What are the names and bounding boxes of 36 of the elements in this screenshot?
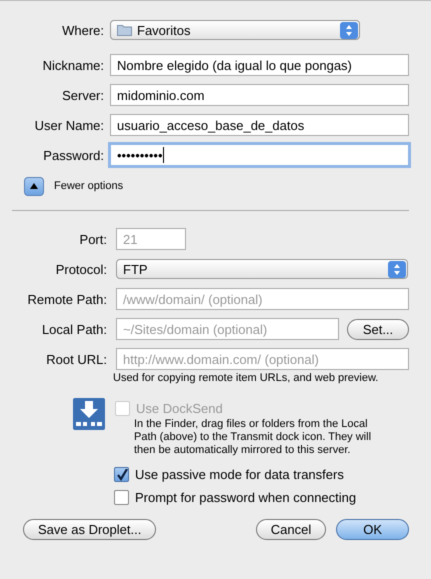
local-path-field[interactable]: ~/Sites/domain (optional)	[116, 318, 339, 340]
field-label: Protocol:	[54, 262, 108, 276]
option-checkbox[interactable]: Use passive mode for data transfers	[114, 463, 409, 486]
field-label: Password:	[42, 148, 105, 162]
text-field[interactable]: usuario_acceso_base_de_datos	[110, 114, 409, 136]
field-label: Nickname:	[42, 58, 105, 72]
dialog-button[interactable]: Save as Droplet...	[23, 519, 156, 540]
field-label: Remote Path:	[26, 292, 108, 306]
field-label: User Name:	[34, 118, 105, 132]
help-text: Used for copying remote item URLs, and web preview.	[113, 372, 380, 386]
text-field[interactable]: Nombre elegido (da igual lo que pongas)	[110, 54, 409, 76]
dialog-button[interactable]: OK	[336, 519, 409, 540]
location-popup[interactable]: Favoritos	[110, 20, 360, 40]
folder-icon	[117, 24, 132, 36]
triangle-icon	[29, 182, 39, 190]
root-url-field[interactable]: http://www.domain.com/ (optional)	[116, 348, 409, 370]
option-checkbox[interactable]: Prompt for password when connecting	[114, 486, 409, 509]
remote-path-field[interactable]: /www/domain/ (optional)	[116, 288, 409, 310]
set-button[interactable]: Set...	[347, 318, 409, 340]
download-tray-icon	[73, 398, 105, 430]
popup-arrows-icon	[340, 22, 358, 38]
text-field[interactable]: ••••••••••	[110, 144, 409, 166]
field-label: Server:	[61, 88, 105, 102]
disclosure-label[interactable]: Fewer options	[54, 180, 124, 192]
popup-arrows-icon	[388, 260, 406, 278]
field-label: Where:	[61, 22, 105, 38]
port-field[interactable]: 21	[116, 228, 186, 250]
field-label: Local Path:	[40, 322, 108, 336]
text-field[interactable]: midominio.com	[110, 84, 409, 106]
dialog-button[interactable]: Cancel	[256, 519, 326, 540]
field-label: Port:	[78, 232, 108, 246]
checkmark-icon	[116, 468, 128, 480]
disclosure-button[interactable]	[24, 176, 44, 196]
protocol-popup[interactable]: FTP	[116, 259, 408, 279]
docksend-description: In the Finder, drag files or folders from the Local Path (above) to the Transmit dock icon. They will then be automatically mirrored to this server.	[133, 418, 372, 457]
field-label: Root URL:	[45, 352, 108, 366]
